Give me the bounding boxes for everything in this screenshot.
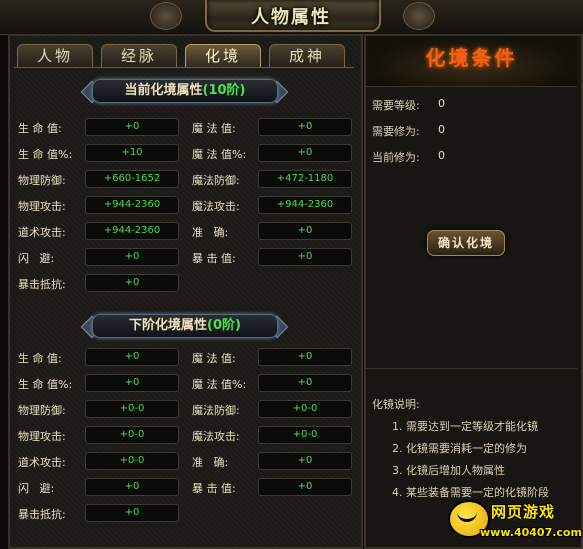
stat-value: +0 [85,348,179,366]
stat-label: 闪 避: [18,252,55,265]
stat-label: 魔 法 值%: [192,148,247,161]
stat-value: +0-0 [258,400,352,418]
stat-value: +0 [85,504,179,522]
note-item: 4. 某些装备需要一定的化镜阶段 [392,486,549,499]
stat-value: +0 [258,222,352,240]
stat-label: 暴击抵抗: [18,508,66,521]
stat-label: 道术攻击: [18,456,66,469]
next-attributes-title: 下阶化境属性 [129,318,208,333]
next-attributes-header: 下阶化境属性(0阶) [92,314,278,338]
stat-label: 魔 法 值: [192,352,236,365]
conditions-divider [366,368,577,369]
title-ornament-right [403,2,435,30]
stat-label: 物理攻击: [18,200,66,213]
watermark-url: www.40407.com [480,526,582,539]
tab-character[interactable]: 人物 [17,44,93,67]
stat-label: 魔法攻击: [192,430,240,443]
stat-label: 暴击抵抗: [18,278,66,291]
note-item: 1. 需要达到一定等级才能化镜 [392,420,538,433]
stat-value: +0-0 [85,400,179,418]
current-cultivation-value: 0 [438,149,445,162]
stat-label: 闪 避: [18,482,55,495]
confirm-transcend-button[interactable]: 确认化境 [427,230,505,256]
current-level-badge: (10阶) [202,83,246,98]
stat-label: 魔法防御: [192,174,240,187]
stat-value: +0 [85,478,179,496]
conditions-title: 化境条件 [425,46,518,70]
stat-value: +0 [258,248,352,266]
stat-label: 魔法攻击: [192,200,240,213]
required-cultivation-label: 需要修为: [372,125,420,138]
stat-value: +0 [258,478,352,496]
stat-label: 魔 法 值%: [192,378,247,391]
tab-deification[interactable]: 成神 [269,44,345,67]
notes-title: 化镜说明: [372,398,420,411]
tab-meridian[interactable]: 经脉 [101,44,177,67]
required-level-label: 需要等级: [372,99,420,112]
stat-label: 生 命 值%: [18,378,73,391]
stat-value: +0 [85,118,179,136]
stat-label: 物理防御: [18,174,66,187]
stat-value: +0 [258,144,352,162]
note-item: 2. 化镜需要消耗一定的修为 [392,442,527,455]
note-item: 3. 化镜后增加人物属性 [392,464,505,477]
stat-value: +0 [85,274,179,292]
stat-label: 暴 击 值: [192,482,236,495]
title-ornament-left [150,2,182,30]
stat-label: 生 命 值: [18,122,62,135]
stat-value: +472-1180 [258,170,352,188]
stat-label: 生 命 值: [18,352,62,365]
stat-value: +0-0 [85,426,179,444]
stat-value: +0 [258,118,352,136]
next-level-badge: (0阶) [207,318,241,333]
stat-value: +660-1652 [85,170,179,188]
stat-label: 准 确: [192,456,229,469]
stat-value: +944-2360 [258,196,352,214]
current-attributes-title: 当前化境属性 [124,83,203,98]
stat-value: +0-0 [258,426,352,444]
required-cultivation-value: 0 [438,123,445,136]
stat-value: +944-2360 [85,196,179,214]
stat-value: +0-0 [85,452,179,470]
stat-label: 生 命 值%: [18,148,73,161]
window-title: 人物属性 [251,7,331,28]
stat-label: 暴 击 值: [192,252,236,265]
tab-transcendence[interactable]: 化境 [185,44,261,67]
stat-value: +0 [258,348,352,366]
stat-label: 魔 法 值: [192,122,236,135]
stat-value: +10 [85,144,179,162]
stat-value: +0 [258,452,352,470]
watermark-brand: 网页游戏 [491,503,556,521]
current-attributes-header: 当前化境属性(10阶) [92,79,278,103]
required-level-value: 0 [438,97,445,110]
current-cultivation-label: 当前修为: [372,151,420,164]
stat-label: 魔法防御: [192,404,240,417]
stat-label: 准 确: [192,226,229,239]
stat-value: +0 [258,374,352,392]
stat-label: 物理防御: [18,404,66,417]
stat-value: +944-2360 [85,222,179,240]
stat-label: 道术攻击: [18,226,66,239]
tab-underline [14,67,354,68]
stat-value: +0 [85,248,179,266]
stat-label: 物理攻击: [18,430,66,443]
stat-value: +0 [85,374,179,392]
